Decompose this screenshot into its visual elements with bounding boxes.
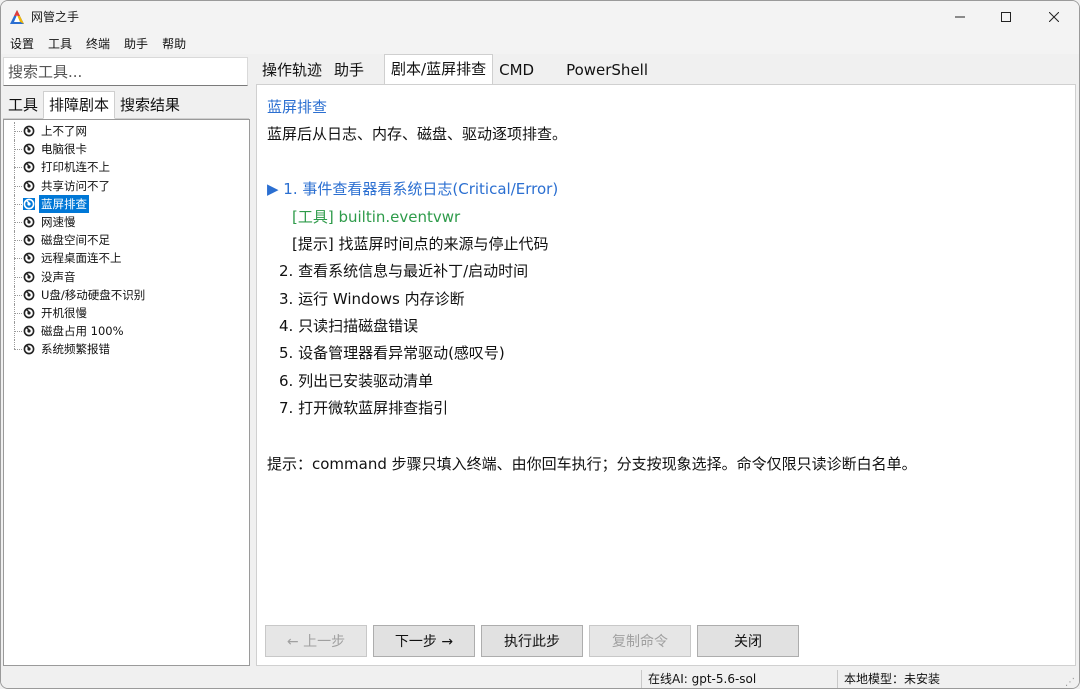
step-1-tool: [工具] builtin.eventvwr (292, 208, 461, 226)
playbook-tree: 上不了网电脑很卡打印机连不上 共享访问不了 蓝屏排查 网速慢磁盘空间不足 远程桌面连不上… (3, 119, 250, 666)
tree-item[interactable]: 电脑很卡 (4, 140, 249, 159)
tree-item[interactable]: 磁盘占用 100% (4, 322, 249, 341)
tree-item[interactable]: 磁盘空间不足 (4, 231, 249, 250)
copy-command-button[interactable]: 复制命令 (589, 625, 691, 657)
tree-item[interactable]: 共享访问不了 (4, 176, 249, 195)
app-logo-icon (10, 10, 24, 24)
menu-help[interactable]: 帮助 (157, 35, 191, 52)
right-tab-bar: 操作轨迹 助手 剧本/蓝屏排查 CMD PowerShell (256, 54, 1076, 84)
playbook-icon (23, 343, 35, 355)
tree-item-label: 上不了网 (41, 124, 87, 139)
step-button-row: ← 上一步 下一步 → 执行此步 复制命令 关闭 (265, 625, 805, 657)
playbook-icon (23, 180, 35, 192)
playbook-icon (23, 216, 35, 228)
playbook-icon (23, 253, 35, 264)
tree-item-label: 远程桌面连不上 (41, 251, 122, 266)
tree-item-label: 开机很慢 (41, 305, 87, 320)
tab-cmd[interactable]: CMD (493, 57, 540, 84)
tree-item-label: 共享访问不了 (41, 178, 110, 193)
step-3[interactable]: 3. 运行 Windows 内存诊断 (279, 288, 465, 309)
playbook-icon (23, 307, 35, 319)
tree-item[interactable]: 系统频繁报错 (4, 340, 249, 358)
playbook-icon (23, 271, 35, 282)
maximize-button[interactable] (983, 1, 1029, 32)
left-tab-bar: 工具 排障剧本 搜索结果 (3, 91, 249, 119)
tree-item-label: 蓝屏排查 (38, 193, 90, 214)
tree-item-label: 电脑很卡 (41, 142, 87, 157)
prev-step-button[interactable]: ← 上一步 (265, 625, 367, 657)
menu-tools[interactable]: 工具 (43, 35, 77, 52)
step-6[interactable]: 6. 列出已安装驱动清单 (279, 370, 433, 391)
maximize-icon (1001, 11, 1011, 22)
menu-assistant[interactable]: 助手 (119, 35, 153, 52)
tab-powershell[interactable]: PowerShell (560, 57, 654, 84)
run-step-button[interactable]: 执行此步 (481, 625, 583, 657)
status-local-model: 本地模型：未安装 (837, 670, 1067, 688)
step-4[interactable]: 4. 只读扫描磁盘错误 (279, 315, 418, 336)
close-window-button[interactable] (1031, 1, 1077, 32)
menu-bar: 设置 工具 终端 助手 帮助 (1, 32, 1079, 54)
playbook-hint: 提示：command 步骤只填入终端、由你回车执行；分支按现象选择。命令仅限只读… (267, 455, 917, 473)
playbook-icon (23, 162, 35, 173)
playbook-description: 蓝屏后从日志、内存、磁盘、驱动逐项排查。 (267, 125, 568, 143)
menu-settings[interactable]: 设置 (5, 35, 39, 52)
tab-tools[interactable]: 工具 (3, 92, 43, 118)
tree-item-label: 网速慢 (41, 215, 76, 230)
tab-playbooks[interactable]: 排障剧本 (43, 91, 116, 119)
step-5[interactable]: 5. 设备管理器看异常驱动(感叹号) (279, 342, 505, 363)
tree-item[interactable]: U盘/移动硬盘不识别 (4, 285, 249, 305)
minimize-icon (955, 16, 965, 17)
tool-search-box (3, 57, 248, 86)
title-bar: 网管之手 (1, 1, 1079, 32)
status-bar: 在线AI: gpt-5.6-sol 本地模型：未安装 ⋰ (1, 668, 1079, 688)
playbook-icon (23, 234, 35, 246)
playbook-icon (23, 325, 35, 337)
playbook-title: 蓝屏排查 (267, 98, 328, 116)
app-window: 网管之手 设置 工具 终端 助手 帮助 工具 排障剧本 搜索结果 上不了网电脑很… (0, 0, 1080, 689)
close-playbook-button[interactable]: 关闭 (697, 625, 799, 657)
tree-item-label: 磁盘占用 100% (41, 324, 124, 339)
tab-playbook-bsod[interactable]: 剧本/蓝屏排查 (384, 54, 494, 84)
tab-search-results[interactable]: 搜索结果 (115, 92, 185, 118)
playbook-icon (23, 143, 35, 155)
tree-item-label: 没声音 (41, 269, 76, 284)
minimize-button[interactable] (937, 1, 983, 32)
playbook-icon (23, 289, 35, 301)
tree-item-label: 打印机连不上 (41, 160, 110, 175)
tree-item[interactable]: 远程桌面连不上 (4, 249, 249, 268)
resize-grip-icon[interactable]: ⋰ (1065, 677, 1075, 688)
next-step-button[interactable]: 下一步 → (373, 625, 475, 657)
tool-search-input[interactable] (8, 62, 247, 81)
tree-item[interactable]: 上不了网 (4, 122, 249, 141)
playbook-icon (23, 125, 35, 137)
step-7[interactable]: 7. 打开微软蓝屏排查指引 (279, 397, 448, 418)
tree-item-label: 系统频繁报错 (41, 342, 110, 357)
tree-item[interactable]: 没声音 (4, 267, 249, 286)
tab-action-log[interactable]: 操作轨迹 (256, 57, 328, 84)
tree-item[interactable]: 打印机连不上 (4, 158, 249, 177)
window-title: 网管之手 (31, 10, 80, 24)
tab-assistant[interactable]: 助手 (328, 57, 370, 84)
playbook-panel: 蓝屏排查 蓝屏后从日志、内存、磁盘、驱动逐项排查。 ▶ 1. 事件查看器看系统日… (256, 84, 1076, 666)
tree-item-label: U盘/移动硬盘不识别 (41, 287, 146, 302)
close-icon (1049, 11, 1059, 22)
status-online-ai: 在线AI: gpt-5.6-sol (641, 670, 837, 688)
tree-item[interactable]: 蓝屏排查 (4, 193, 249, 214)
tree-item-label: 磁盘空间不足 (41, 233, 110, 248)
tree-item[interactable]: 开机很慢 (4, 303, 249, 323)
step-2[interactable]: 2. 查看系统信息与最近补丁/启动时间 (279, 260, 528, 281)
step-1-current[interactable]: ▶ 1. 事件查看器看系统日志(Critical/Error) (267, 178, 558, 199)
tree-item[interactable]: 网速慢 (4, 212, 249, 232)
menu-terminal[interactable]: 终端 (81, 35, 115, 52)
playbook-icon (23, 197, 35, 210)
step-1-note: [提示] 找蓝屏时间点的来源与停止代码 (292, 235, 549, 253)
